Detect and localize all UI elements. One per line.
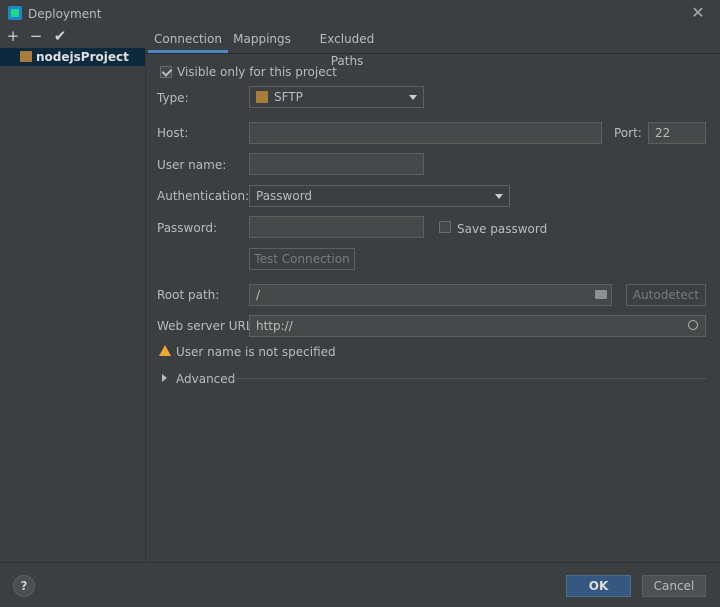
chevron-down-icon	[495, 194, 503, 199]
save-password-label: Save password	[457, 222, 548, 236]
authentication-label: Authentication:	[157, 189, 250, 203]
web-server-url-label: Web server URL:	[157, 319, 257, 333]
visible-only-checkbox[interactable]	[160, 66, 172, 78]
remove-server-icon[interactable]: −	[28, 28, 44, 46]
browse-folder-icon[interactable]	[595, 290, 607, 299]
chevron-down-icon	[409, 95, 417, 100]
warning-icon	[159, 345, 171, 356]
expand-arrow-icon[interactable]	[162, 374, 167, 382]
type-select-value: SFTP	[274, 90, 303, 104]
password-input[interactable]	[249, 216, 424, 238]
server-item-nodejsproject[interactable]: nodejsProject	[0, 48, 145, 66]
add-server-icon[interactable]: +	[5, 28, 21, 46]
sftp-server-icon	[20, 51, 32, 62]
tab-mappings[interactable]: Mappings	[232, 28, 292, 53]
type-label: Type:	[157, 91, 189, 105]
advanced-section-toggle[interactable]: Advanced	[176, 372, 235, 386]
type-select[interactable]: SFTP	[249, 86, 424, 108]
host-label: Host:	[157, 126, 189, 140]
port-label: Port:	[614, 126, 642, 140]
test-connection-button[interactable]: Test Connection	[249, 248, 355, 270]
title-bar	[0, 0, 720, 28]
server-list-sidebar: nodejsProject	[0, 48, 146, 562]
save-password-checkbox[interactable]	[439, 221, 451, 233]
username-input[interactable]	[249, 153, 424, 175]
port-input[interactable]: 22	[648, 122, 706, 144]
root-path-input[interactable]: /	[249, 284, 612, 306]
username-label: User name:	[157, 158, 227, 172]
autodetect-button[interactable]: Autodetect	[626, 284, 706, 306]
root-path-label: Root path:	[157, 288, 220, 302]
apply-check-icon[interactable]: ✔	[52, 28, 68, 46]
open-in-browser-globe-icon[interactable]	[688, 320, 698, 330]
host-input[interactable]	[249, 122, 602, 144]
close-icon[interactable]: ✕	[688, 3, 708, 23]
sftp-icon	[256, 91, 268, 103]
authentication-select-value: Password	[256, 189, 313, 203]
window-title: Deployment	[28, 7, 102, 21]
tab-excluded-paths[interactable]: Excluded Paths	[304, 28, 390, 68]
authentication-select[interactable]: Password	[249, 185, 510, 207]
server-item-label: nodejsProject	[36, 50, 129, 64]
tab-connection[interactable]: Connection	[148, 28, 228, 53]
ok-button[interactable]: OK	[566, 575, 631, 597]
visible-only-label: Visible only for this project	[177, 65, 337, 79]
warning-message: User name is not specified	[176, 345, 336, 359]
cancel-button[interactable]: Cancel	[642, 575, 706, 597]
help-button[interactable]: ?	[13, 575, 35, 597]
app-logo-icon	[8, 6, 22, 20]
tab-bar: Connection Mappings Excluded Paths	[146, 28, 720, 68]
web-server-url-input[interactable]: http://	[249, 315, 706, 337]
password-label: Password:	[157, 221, 218, 235]
advanced-divider	[232, 378, 706, 379]
server-toolbar: + − ✔	[0, 28, 145, 48]
